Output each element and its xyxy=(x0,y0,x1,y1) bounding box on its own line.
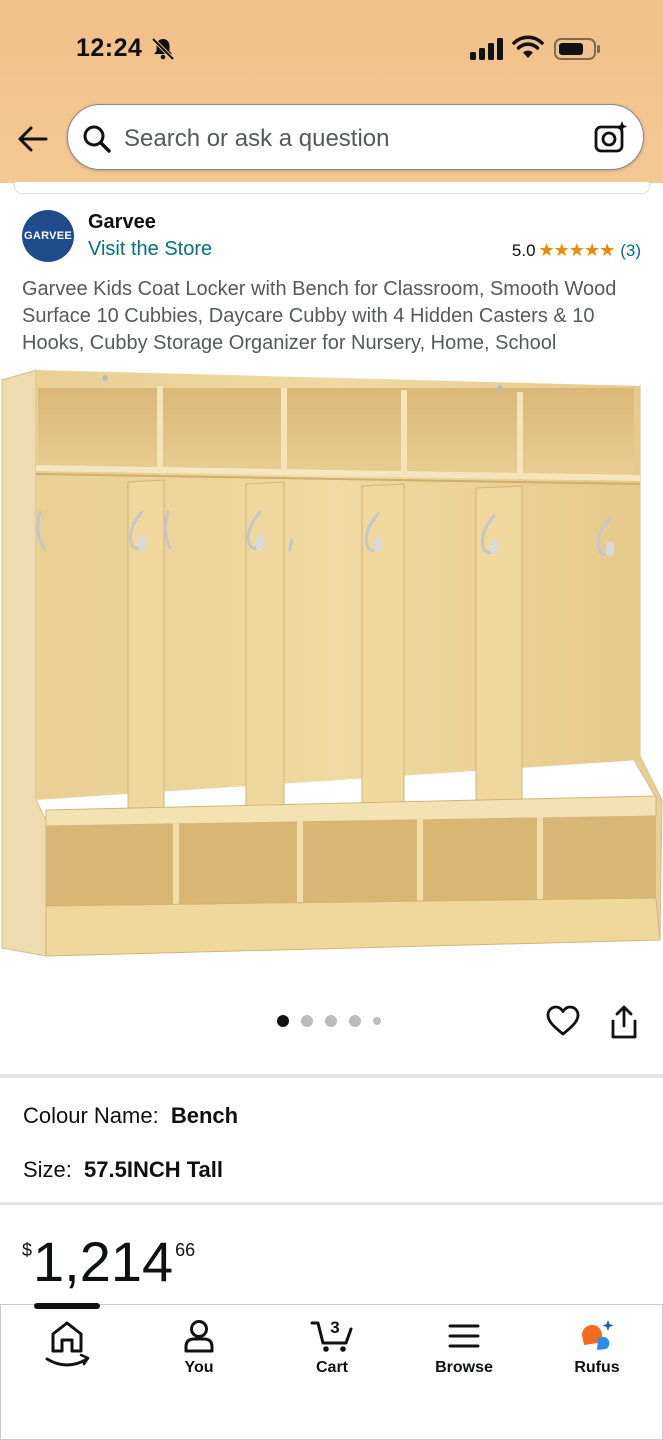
rufus-icon xyxy=(582,1320,614,1350)
heart-icon[interactable] xyxy=(546,1005,580,1037)
bell-slash-icon xyxy=(151,37,175,61)
price-symbol: $ xyxy=(22,1240,33,1260)
review-count-link[interactable]: (3) xyxy=(620,241,641,261)
nav-you[interactable]: You xyxy=(154,1319,244,1377)
product-title: Garvee Kids Coat Locker with Bench for C… xyxy=(22,278,617,354)
colour-variant[interactable]: Colour Name: Bench xyxy=(23,1103,238,1129)
colour-label: Colour Name: xyxy=(23,1103,159,1128)
user-icon xyxy=(184,1320,214,1353)
pagination-dot[interactable] xyxy=(349,1015,361,1027)
back-arrow-icon[interactable] xyxy=(16,124,50,154)
nav-cart-label: Cart xyxy=(315,1359,348,1376)
pagination-dot[interactable] xyxy=(301,1015,313,1027)
nav-browse[interactable]: Browse xyxy=(419,1319,509,1377)
camera-icon[interactable] xyxy=(593,119,629,155)
nav-home[interactable] xyxy=(22,1319,112,1371)
image-pagination[interactable] xyxy=(277,1015,381,1027)
status-time: 12:24 xyxy=(76,34,143,62)
nav-rufus-label: Rufus xyxy=(574,1359,620,1376)
colour-value: Bench xyxy=(170,1103,239,1128)
rating-value: 5.0 xyxy=(511,240,536,260)
search-bar[interactable]: Search or ask a question xyxy=(67,104,644,170)
price: $ 1,214 66 xyxy=(22,1232,195,1292)
previous-card-edge xyxy=(14,182,650,194)
product-image[interactable] xyxy=(0,360,663,960)
rating-summary[interactable]: 5.0 ★★★★★ (3) xyxy=(512,240,641,261)
size-value: 57.5INCH Tall xyxy=(84,1157,224,1182)
price-fraction: 66 xyxy=(175,1240,196,1260)
signal-icon xyxy=(470,38,503,60)
cart-count-badge: 3 xyxy=(330,1318,340,1337)
wifi-icon xyxy=(512,35,544,58)
search-input[interactable]: Search or ask a question xyxy=(124,125,390,153)
share-icon[interactable] xyxy=(609,1004,639,1040)
store-name: Garvee xyxy=(88,211,156,233)
app-header: 12:24 Search or ask a question xyxy=(0,0,663,183)
visit-store-link[interactable]: Visit the Store xyxy=(88,238,212,261)
bottom-navigation: You 3 Cart Browse Rufus xyxy=(0,1304,663,1440)
nav-rufus[interactable]: Rufus xyxy=(552,1319,642,1377)
search-icon xyxy=(83,125,111,153)
size-label: Size: xyxy=(23,1157,72,1182)
section-divider xyxy=(0,1074,663,1078)
nav-cart[interactable]: 3 Cart xyxy=(287,1318,377,1377)
battery-icon xyxy=(554,38,600,60)
pagination-dot[interactable] xyxy=(373,1017,381,1025)
active-tab-indicator xyxy=(34,1303,100,1309)
star-rating-icon: ★★★★★ xyxy=(538,240,616,260)
pagination-dot[interactable] xyxy=(277,1015,289,1027)
menu-icon xyxy=(448,1324,480,1348)
nav-you-label: You xyxy=(184,1359,214,1376)
home-icon xyxy=(45,1321,90,1367)
pagination-dot[interactable] xyxy=(325,1015,337,1027)
price-whole: 1,214 xyxy=(33,1230,174,1293)
size-variant[interactable]: Size: 57.5INCH Tall xyxy=(23,1157,223,1183)
store-logo[interactable]: GARVEE xyxy=(22,210,74,262)
section-divider xyxy=(0,1202,663,1205)
nav-browse-label: Browse xyxy=(435,1359,493,1376)
